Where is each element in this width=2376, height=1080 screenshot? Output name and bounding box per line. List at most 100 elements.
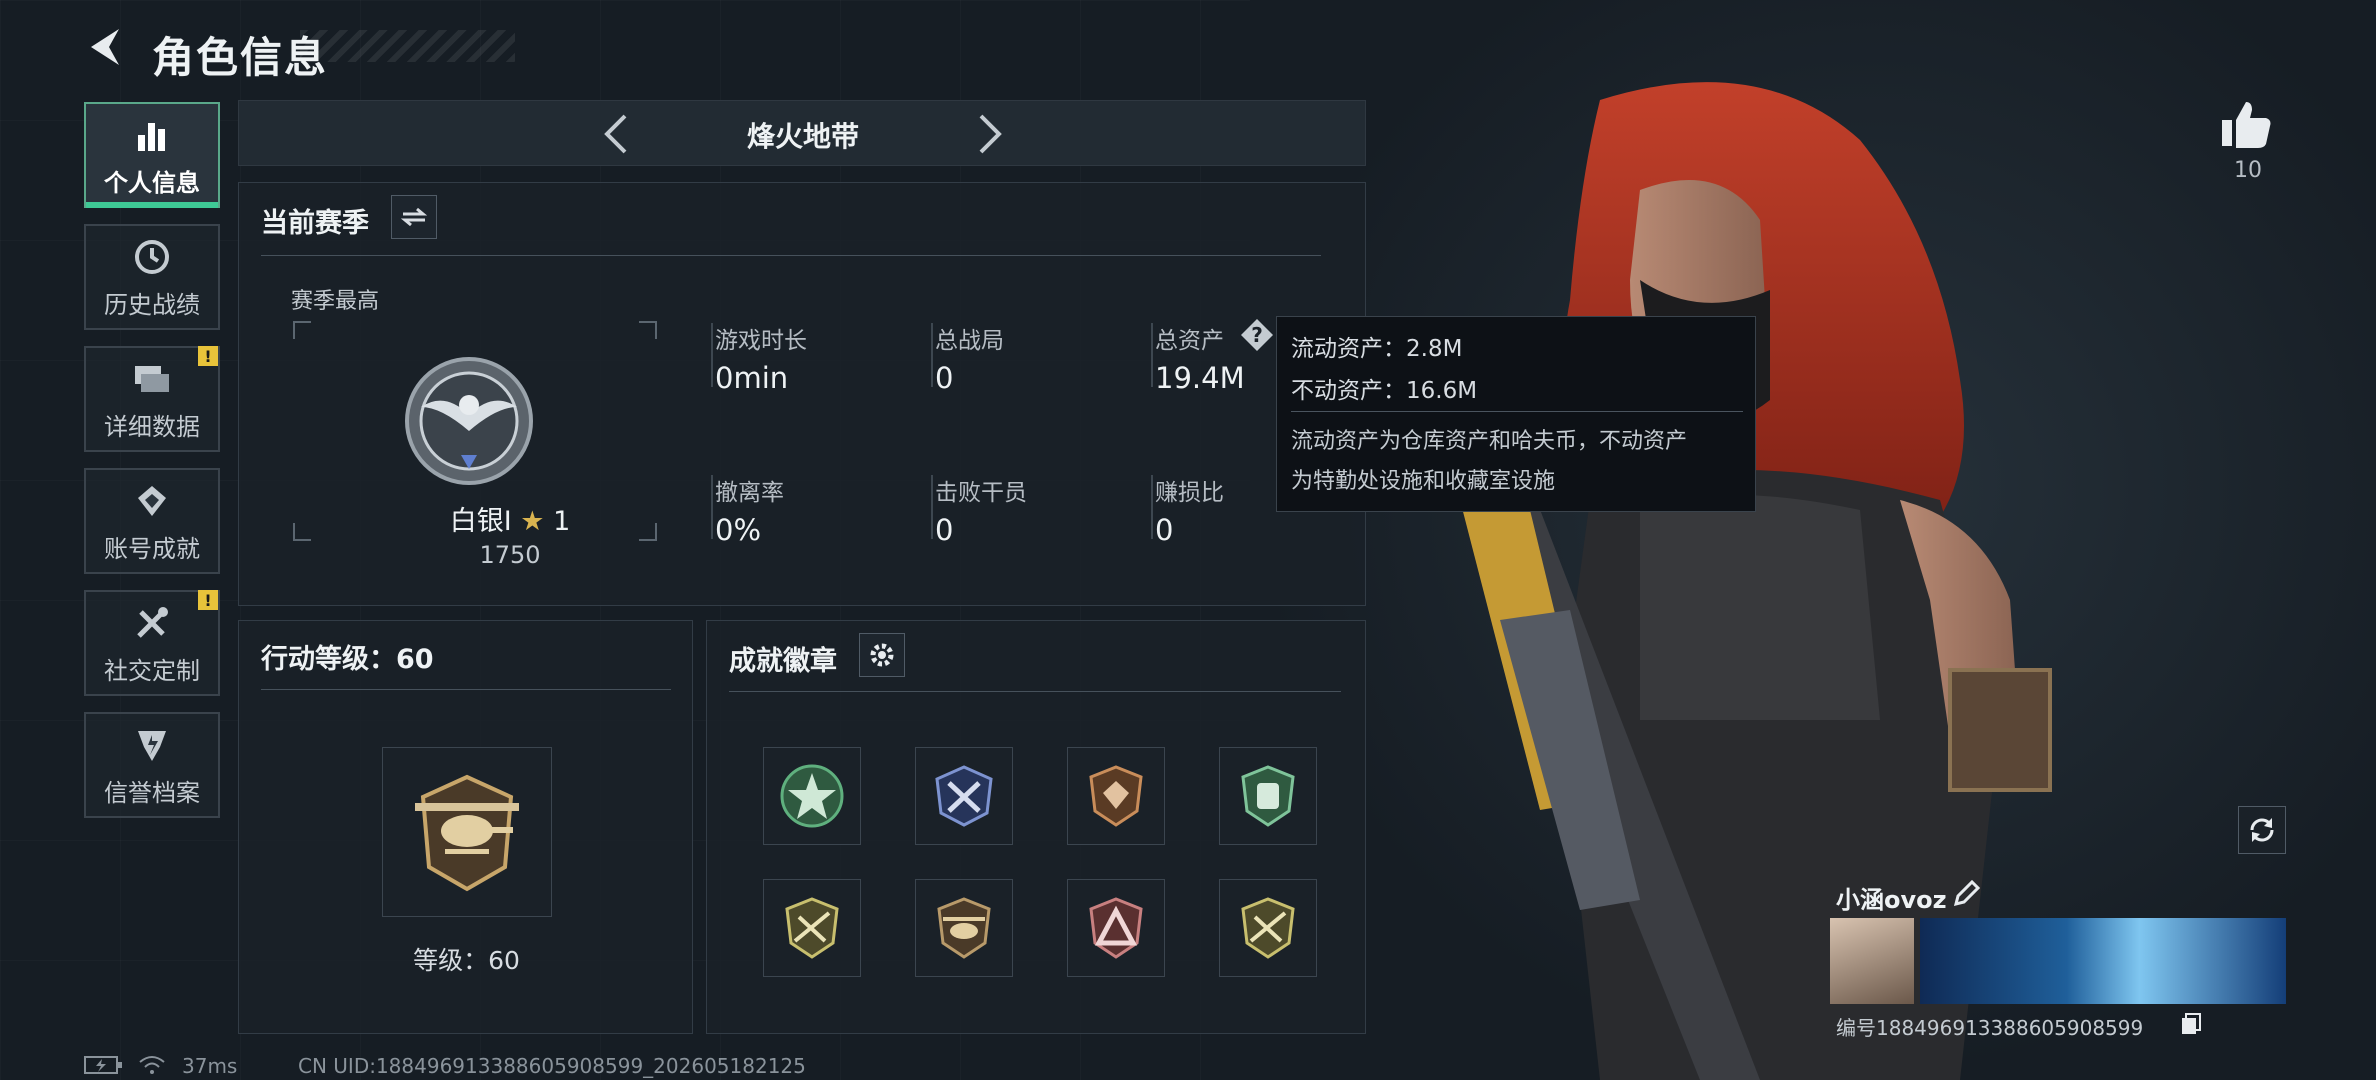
sidebar-item-achievements[interactable]: 账号成就 — [84, 468, 220, 574]
bar-chart-icon — [130, 113, 174, 157]
badge-slot[interactable] — [1067, 747, 1165, 845]
player-id: 编号188496913388605908599 — [1836, 1016, 2144, 1040]
rank-name: 白银I — [449, 506, 512, 537]
battery-charging-icon — [84, 1054, 124, 1076]
sidebar-item-history[interactable]: 历史战绩 — [84, 224, 220, 330]
tooltip-desc-line2: 为特勤处设施和收藏室设施 — [1291, 469, 1556, 494]
sidebar-item-credit[interactable]: 信誉档案 — [84, 712, 220, 818]
swap-icon — [401, 207, 427, 227]
frame-corner — [639, 321, 657, 339]
switch-season-button[interactable] — [391, 195, 437, 239]
sidebar-item-social-custom[interactable]: ! 社交定制 — [84, 590, 220, 696]
frame-corner — [293, 321, 311, 339]
badge-slot[interactable] — [915, 747, 1013, 845]
sidebar-item-label: 账号成就 — [104, 534, 200, 563]
ping-value: 37ms — [182, 1054, 238, 1078]
stat-label-matches: 总战局 — [935, 328, 1004, 354]
divider — [1291, 411, 1743, 412]
badge-slot[interactable] — [915, 879, 1013, 977]
sidebar-item-detailed-data[interactable]: ! 详细数据 — [84, 346, 220, 452]
crossed-arrows-badge-icon — [935, 765, 993, 827]
refresh-icon — [2250, 818, 2274, 842]
divider — [729, 691, 1341, 692]
notification-badge: ! — [198, 590, 218, 610]
assets-tooltip: 流动资产：2.8M 不动资产：16.6M 流动资产为仓库资产和哈夫币，不动资产 … — [1276, 316, 1756, 512]
title-decoration — [300, 30, 515, 62]
rank-star-icon: ★ — [520, 506, 545, 537]
player-name: 小涵ovoz — [1836, 886, 1947, 914]
stat-divider — [931, 323, 933, 387]
stat-value-extract-rate: 0% — [715, 513, 762, 547]
rank-emblem-icon — [401, 351, 537, 495]
stat-value-matches: 0 — [935, 361, 954, 395]
action-level-title: 行动等级：60 — [261, 644, 434, 675]
season-title: 当前赛季 — [261, 208, 369, 239]
sidebar-item-label: 详细数据 — [104, 412, 200, 441]
sidebar-item-label: 历史战绩 — [104, 290, 200, 319]
achievements-title: 成就徽章 — [729, 646, 837, 677]
help-icon[interactable]: ? — [1239, 317, 1275, 353]
refresh-button[interactable] — [2238, 806, 2286, 854]
tooltip-liquid-assets: 流动资产：2.8M — [1291, 336, 1463, 362]
stat-value-assets: 19.4M — [1155, 361, 1245, 395]
divider — [261, 255, 1321, 256]
stat-label-profit-ratio: 赚损比 — [1155, 480, 1224, 506]
stat-divider — [931, 475, 933, 539]
achievements-panel: 成就徽章 — [706, 620, 1366, 1034]
next-mode-button[interactable] — [965, 109, 1015, 159]
stat-divider — [1151, 475, 1153, 539]
rank-stars: 1 — [553, 506, 571, 537]
chevron-right-icon — [979, 114, 1002, 154]
badge-slot[interactable] — [763, 747, 861, 845]
badge-slot[interactable] — [1219, 879, 1317, 977]
stat-label-kills: 击败干员 — [935, 480, 1027, 506]
action-level-panel: 行动等级：60 等级：60 — [238, 620, 693, 1034]
stat-label-playtime: 游戏时长 — [715, 328, 807, 354]
sidebar-item-label: 信誉档案 — [104, 778, 200, 807]
star-badge-icon — [780, 764, 844, 828]
history-clock-icon — [130, 235, 174, 279]
profile-banner[interactable] — [1920, 918, 2286, 1004]
tooltip-fixed-assets: 不动资产：16.6M — [1291, 378, 1478, 404]
level-emblem-frame — [382, 747, 552, 917]
badge-slot[interactable] — [1067, 879, 1165, 977]
rank-name-row: 白银I ★ 1 — [405, 499, 615, 538]
rank-score: 1750 — [479, 541, 541, 569]
stat-divider — [711, 475, 713, 539]
sidebar-item-label: 个人信息 — [104, 168, 200, 197]
avatar[interactable] — [1830, 918, 1914, 1004]
copy-id-button[interactable] — [2180, 1012, 2202, 1036]
like-button[interactable] — [2218, 96, 2274, 152]
back-button[interactable] — [80, 22, 130, 72]
sidebar-item-personal-info[interactable]: 个人信息 — [84, 102, 220, 208]
badge-slot[interactable] — [1219, 747, 1317, 845]
notification-badge: ! — [198, 346, 218, 366]
mode-selector: 烽火地带 — [238, 100, 1366, 166]
copy-icon — [2182, 1013, 2201, 1034]
leaf-shield-badge-icon — [1241, 765, 1295, 827]
uid-text: CN UID:188496913388605908599_20260518212… — [298, 1054, 806, 1078]
helicopter-badge-icon — [937, 897, 991, 959]
triangle-emblem-icon — [1089, 897, 1143, 959]
level-label: 等级：60 — [413, 946, 520, 975]
crossed-rifles-badge-icon — [1241, 897, 1295, 959]
stat-divider — [711, 323, 713, 387]
svg-text:?: ? — [1251, 323, 1263, 347]
stat-value-kills: 0 — [935, 513, 954, 547]
wifi-icon — [138, 1054, 166, 1076]
stat-divider — [1151, 323, 1153, 387]
season-best-label: 赛季最高 — [291, 289, 380, 314]
frame-corner — [293, 523, 311, 541]
badge-slot[interactable] — [763, 879, 861, 977]
edit-name-button[interactable] — [1952, 879, 1982, 910]
stat-label-assets: 总资产 — [1155, 328, 1224, 354]
page-title: 角色信息 — [152, 33, 329, 82]
tooltip-desc-line1: 流动资产为仓库资产和哈夫币，不动资产 — [1291, 429, 1688, 454]
achievements-settings-button[interactable] — [859, 633, 905, 677]
stat-value-profit-ratio: 0 — [1155, 513, 1174, 547]
tools-icon — [130, 601, 174, 645]
stat-value-playtime: 0min — [715, 361, 789, 395]
like-count: 10 — [2234, 158, 2262, 183]
helicopter-emblem-icon — [415, 774, 519, 892]
mode-label: 烽火地带 — [746, 120, 859, 153]
